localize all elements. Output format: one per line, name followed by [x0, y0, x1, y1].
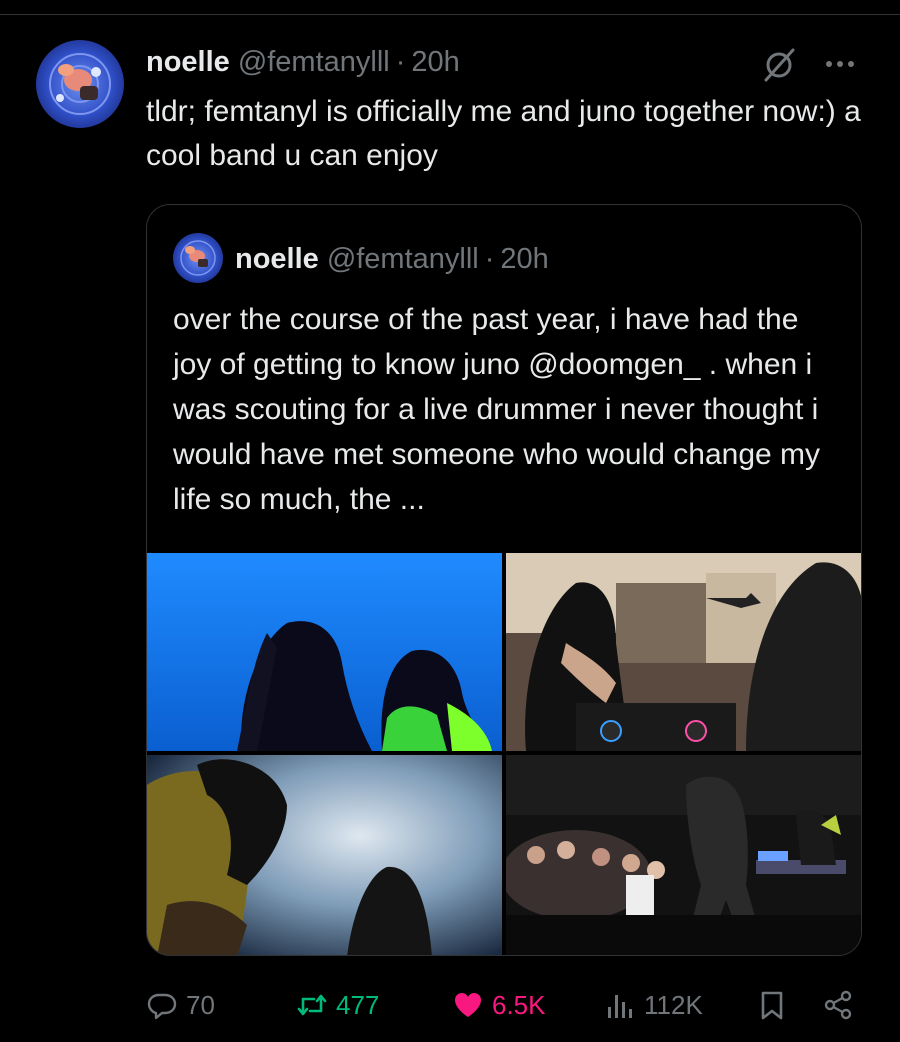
quoted-avatar-image: [173, 233, 223, 283]
share-button[interactable]: [822, 980, 862, 1030]
quoted-timestamp: 20h: [500, 242, 549, 275]
like-count: 6.5K: [492, 989, 546, 1020]
more-dot: [837, 61, 843, 67]
photo-3-image: [147, 755, 502, 955]
reply-icon: [147, 993, 177, 1020]
avatar-image: [36, 40, 124, 128]
share-icon: [824, 990, 852, 1020]
photo-1-image: [147, 553, 502, 751]
views-count: 112K: [644, 989, 703, 1020]
quoted-display-name: noelle: [235, 242, 319, 275]
media-grid: [147, 553, 861, 955]
quoted-tweet-header: noelle @femtanylll · 20h: [235, 241, 549, 277]
separator-dot: ·: [395, 45, 406, 78]
quoted-tweet[interactable]: noelle @femtanylll · 20h over the course…: [146, 204, 862, 956]
media-photo-1[interactable]: [147, 553, 502, 751]
quoted-separator-dot: ·: [484, 242, 495, 275]
display-name[interactable]: noelle: [146, 46, 230, 79]
grok-icon-glyph: [764, 48, 795, 82]
heart-icon: [455, 993, 481, 1017]
more-dot: [826, 61, 832, 67]
like-button[interactable]: 6.5K: [452, 980, 546, 1030]
more-dot: [848, 61, 854, 67]
user-handle[interactable]: @femtanylll: [238, 46, 390, 79]
views-icon: [608, 995, 632, 1018]
reply-count: 70: [186, 989, 215, 1020]
repost-count: 477: [336, 989, 380, 1020]
media-photo-4[interactable]: [506, 755, 861, 955]
views-button[interactable]: 112K: [604, 980, 703, 1030]
photo-2-image: [506, 553, 861, 751]
quoted-user-handle: @femtanylll: [326, 242, 479, 275]
top-divider: [0, 14, 900, 15]
bookmark-icon: [761, 991, 783, 1020]
action-bar: 70 477 6.5K 112K: [0, 980, 900, 1030]
tweet-text: tldr; femtanyl is officially me and juno…: [146, 95, 861, 172]
repost-button[interactable]: 477: [296, 980, 379, 1030]
photo-4-image: [506, 755, 861, 955]
bookmark-button[interactable]: [756, 980, 796, 1030]
quoted-user-avatar: [173, 233, 223, 283]
more-options-icon[interactable]: [818, 50, 862, 78]
media-photo-3[interactable]: [147, 755, 502, 955]
tweet-header: noelle @femtanylll · 20h: [146, 44, 460, 80]
quoted-tweet-text: over the course of the past year, i have…: [173, 303, 821, 516]
media-photo-2[interactable]: [506, 553, 861, 751]
repost-icon: [297, 994, 327, 1016]
user-avatar[interactable]: [36, 40, 124, 128]
timestamp[interactable]: 20h: [411, 46, 459, 79]
reply-button[interactable]: 70: [146, 980, 215, 1030]
grok-icon[interactable]: [760, 46, 798, 84]
